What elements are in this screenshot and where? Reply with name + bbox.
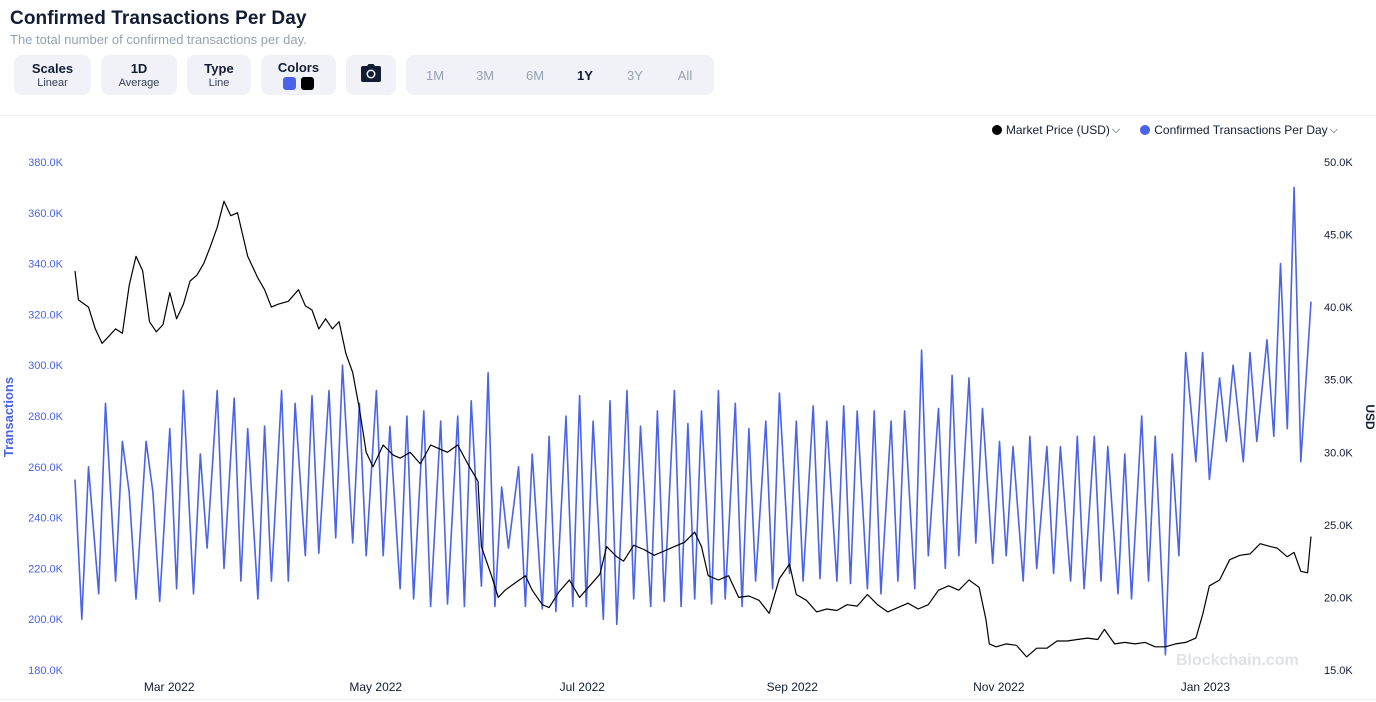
y-left-tick-label: 340.0K [28,259,64,271]
y-right-tick-label: 50.0K [1324,157,1353,169]
x-tick-label: Jan 2023 [1181,680,1231,694]
x-tick-label: May 2022 [349,680,402,694]
transactions-series-line [74,186,1312,656]
y-right-tick-label: 40.0K [1324,302,1353,314]
y-left-tick-label: 380.0K [28,157,64,169]
legend-item-price[interactable]: Market Price (USD) ⌵ [991,123,1121,137]
y-right-tick-label: 15.0K [1324,665,1353,677]
x-tick-label: Nov 2022 [973,680,1025,694]
y-right-tick-label: 25.0K [1324,520,1353,532]
y-right-tick-label: 45.0K [1324,230,1353,242]
chart-canvas: 180.0K 200.0K 220.0K 240.0K 260.0K 280.0K 300.… [1,157,1376,694]
watermark-text: Blockchain.com [1176,652,1299,669]
legend-item-transactions[interactable]: Confirmed Transactions Per Day ⌵ [1140,123,1338,137]
y-left-axis-title: Transactions [1,377,16,457]
y-left-tick-label: 320.0K [28,309,64,321]
tx-legend-label: Confirmed Transactions Per Day [1154,123,1328,137]
y-left-tick-label: 360.0K [28,208,64,220]
y-left-tick-label: 260.0K [28,462,64,474]
y-left-tick-label: 200.0K [28,614,64,626]
x-tick-label: Sep 2022 [767,680,819,694]
y-right-tick-label: 30.0K [1324,447,1353,459]
chevron-down-icon: ⌵ [1111,123,1121,136]
y-left-tick-label: 180.0K [28,665,64,677]
y-left-tick-label: 240.0K [28,513,64,525]
chevron-down-icon: ⌵ [1329,123,1338,136]
chart-legend: Market Price (USD) ⌵ Confirmed Transacti… [991,123,1338,137]
y-left-tick-label: 280.0K [28,411,64,423]
price-series-line [74,200,1312,658]
y-right-axis-title: USD [1363,404,1376,430]
x-tick-label: Jul 2022 [560,680,606,694]
tx-legend-dot [1140,125,1151,135]
y-right-tick-label: 20.0K [1324,592,1353,604]
price-legend-dot [991,125,1002,135]
price-legend-label: Market Price (USD) [1005,123,1110,137]
x-tick-label: Mar 2022 [144,680,195,694]
bottom-divider [0,699,1376,700]
y-left-tick-label: 300.0K [28,360,64,372]
y-right-tick-label: 35.0K [1324,375,1353,387]
y-left-tick-label: 220.0K [28,563,64,575]
